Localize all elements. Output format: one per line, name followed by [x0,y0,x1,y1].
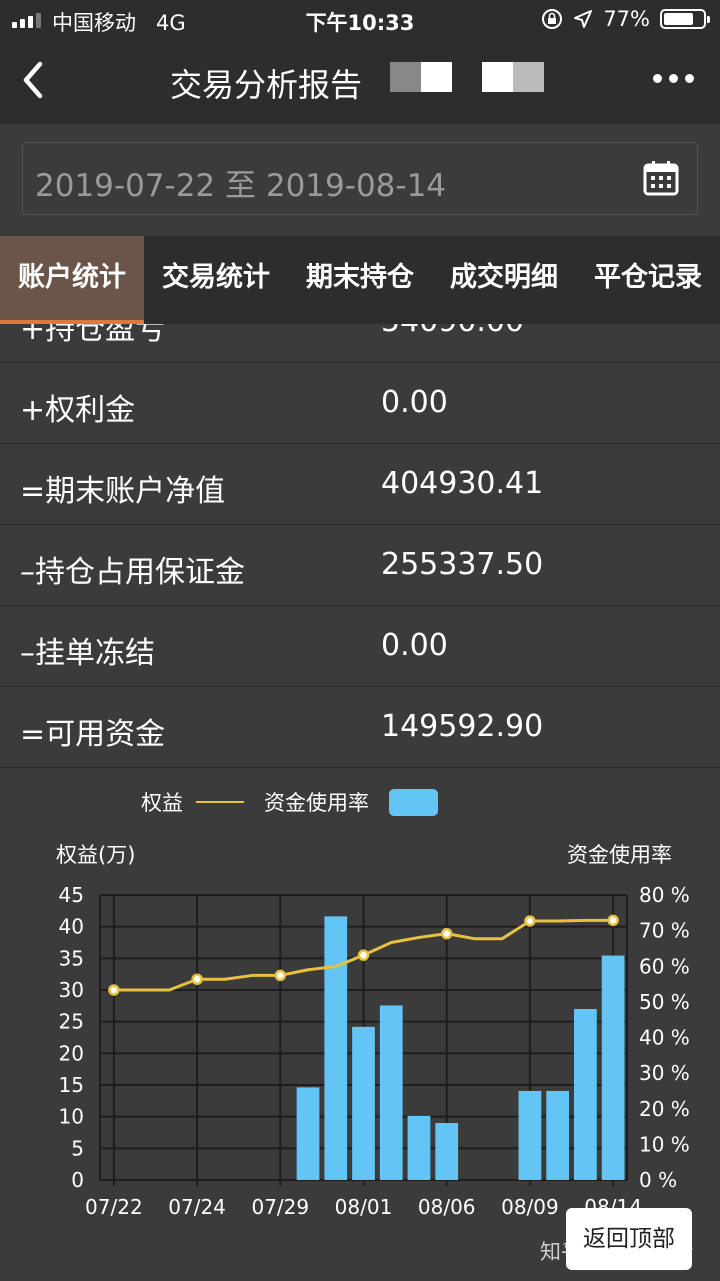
back-to-top-button[interactable]: 返回顶部 [566,1208,692,1270]
y-left-tick-label: 35 [59,946,84,970]
more-dots-icon[interactable] [649,70,698,87]
list-item: –持仓占用保证金 255337.50 [0,525,720,606]
row-value: 0.00 [381,628,448,663]
battery-icon [660,9,710,29]
equity-marker [357,949,370,961]
y-right-axis-title: 资金使用率 [567,843,672,867]
list-item: =期末账户净值 404930.41 [0,444,720,525]
redacted-block [482,62,544,92]
row-value: 404930.41 [381,466,544,501]
y-left-tick-label: 25 [59,1010,84,1034]
row-label: +持仓盈亏 [20,324,166,347]
date-range-picker[interactable]: 2019-07-22 至 2019-08-14 [22,142,698,215]
usage-rate-bar [435,1123,459,1180]
account-stats-list[interactable]: +持仓盈亏54090.00 +权利金0.00 =期末账户净值404930.41 … [0,324,720,768]
tab-trade-stats[interactable]: 交易统计 [144,236,288,324]
page-title: 交易分析报告 [170,66,363,104]
usage-rate-bar [601,955,625,1180]
legend-label-usage: 资金使用率 [264,791,369,815]
usage-rate-bar [352,1026,375,1180]
usage-rate-bar [407,1115,431,1180]
equity-marker [274,969,287,982]
y-right-tick-label: 30 % [639,1061,690,1085]
usage-rate-bar [324,916,348,1180]
y-right-tick-label: 50 % [639,990,690,1014]
y-right-tick-label: 10 % [639,1132,690,1156]
back-chevron-icon[interactable] [18,60,48,100]
chart-legend: 权益 资金使用率 [141,789,438,816]
tab-close-records[interactable]: 平仓记录 [576,236,720,324]
row-value: 255337.50 [381,547,544,582]
battery-percent: 77% [603,7,650,31]
x-tick-label: 07/29 [251,1195,309,1219]
y-left-tick-label: 15 [59,1073,84,1097]
y-left-tick-label: 10 [59,1105,84,1129]
usage-rate-bar [546,1090,570,1180]
nav-bar: 交易分析报告 [0,40,720,124]
row-value: 54090.00 [381,324,524,339]
y-right-tick-label: 70 % [639,919,690,943]
y-right-tick-label: 0 % [639,1168,677,1192]
chart-svg: 权益 资金使用率 权益(万) 资金使用率 0 5 10 15 20 25 30 35 40 45 0… [56,789,690,1219]
usage-rate-bar [574,1009,597,1180]
equity-marker [191,973,203,985]
row-label: –挂单冻结 [20,636,155,671]
status-bar: 中国移动 4G 下午10:33 77% [0,0,720,40]
usage-rate-bar [379,1005,403,1180]
y-right-tick-label: 20 % [639,1097,690,1121]
y-right-tick-label: 80 % [639,883,690,907]
redacted-block [390,62,452,92]
row-label: –持仓占用保证金 [20,555,245,590]
rotation-lock-icon [542,9,563,29]
x-tick-label: 08/06 [418,1195,476,1219]
x-tick-label: 07/22 [85,1195,143,1219]
equity-marker [524,915,536,927]
row-label: =期末账户净值 [20,474,226,509]
y-left-tick-label: 0 [71,1168,84,1192]
usage-rate-bar [518,1090,542,1180]
list-item: +持仓盈亏 54090.00 [0,324,720,363]
tab-account-stats[interactable]: 账户统计 [0,236,144,324]
x-tick-label: 08/09 [501,1195,559,1219]
list-item: =可用资金 149592.90 [0,687,720,768]
y-right-tick-label: 40 % [639,1026,690,1050]
row-label: =可用资金 [20,717,166,752]
calendar-icon[interactable] [643,160,679,196]
y-left-tick-label: 40 [59,915,84,939]
row-value: 149592.90 [381,709,544,744]
date-range-text: 2019-07-22 至 2019-08-14 [35,168,447,204]
x-tick-label: 07/24 [168,1195,226,1219]
list-item: +权利金 0.00 [0,363,720,444]
legend-label-equity: 权益 [141,791,183,815]
row-value: 0.00 [381,385,448,420]
y-left-tick-label: 5 [71,1136,84,1160]
y-left-tick-label: 20 [59,1041,84,1065]
x-tick-label: 08/01 [335,1195,393,1219]
y-left-axis-title: 权益(万) [56,843,135,867]
equity-marker [440,927,453,940]
legend-swatch-bar [389,789,438,816]
equity-usage-chart: 权益 资金使用率 权益(万) 资金使用率 0 5 10 15 20 25 30 35 40 45 0… [0,768,720,1281]
y-right-tick-label: 60 % [639,954,690,978]
y-left-tick-label: 45 [59,883,84,907]
tab-bar: 账户统计 交易统计 期末持仓 成交明细 平仓记录 [0,236,720,324]
row-label: +权利金 [20,393,136,428]
list-item: –挂单冻结 0.00 [0,606,720,687]
app-screen: 中国移动 4G 下午10:33 77% 交易分析报告 2019-07-22 至 … [0,0,720,1281]
status-right: 77% [541,7,710,31]
battery-fill [664,13,694,25]
equity-marker [108,984,120,996]
location-arrow-icon [574,10,593,28]
usage-rate-bar [296,1087,320,1180]
equity-marker [607,914,619,927]
tab-end-positions[interactable]: 期末持仓 [288,236,432,324]
tab-fill-details[interactable]: 成交明细 [432,236,576,324]
y-left-tick-label: 30 [59,978,84,1002]
